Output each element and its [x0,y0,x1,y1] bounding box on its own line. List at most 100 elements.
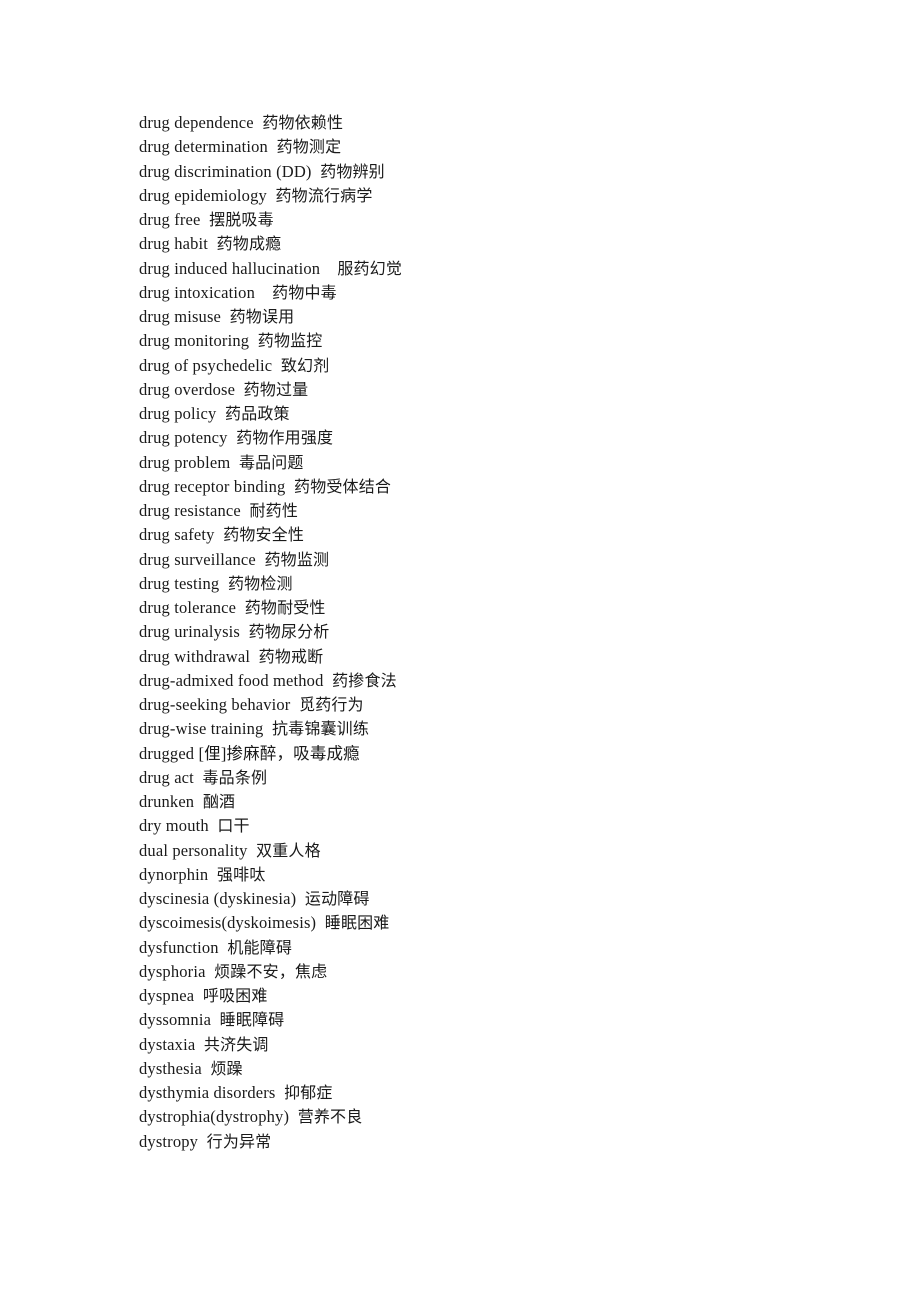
entry-term: drug epidemiology [139,185,267,205]
document-page: drug dependence 药物依赖性 drug determination … [0,0,920,1302]
entry-term: drug free [139,210,201,229]
glossary-entry: drug tolerance 药物耐受性 [139,596,859,620]
entry-gloss: 药物作用强度 [236,428,334,448]
entry-separator [194,792,203,811]
entry-gloss: 药物测定 [276,137,342,157]
glossary-entry: drug free 摆脱吸毒 [139,208,859,232]
entry-gloss: 酗酒 [202,792,236,811]
entry-gloss: 烦躁 [210,1058,243,1078]
glossary-entry: drug-admixed food method 药掺食法 [139,669,859,693]
entry-term: dystrophia(dystrophy) [139,1107,290,1127]
glossary-entry: drug policy 药品政策 [139,402,859,426]
glossary-entry: drug safety 药物安全性 [139,523,859,547]
entry-separator [215,525,224,544]
glossary-entry: drug surveillance 药物监测 [139,548,859,572]
entry-term: drug intoxication [139,282,255,302]
entry-separator [267,186,276,205]
glossary-entry: drug dependence 药物依赖性 [139,111,859,135]
glossary-entry: drug potency 药物作用强度 [139,426,859,450]
entry-term: dysthesia [139,1058,202,1078]
entry-gloss: 药物监测 [264,549,330,569]
entry-gloss: 睡眠障碍 [219,1010,285,1030]
glossary-entry: dyssomnia 睡眠障碍 [139,1008,859,1032]
entry-gloss: 药物流行病学 [275,185,373,205]
entry-separator [276,1083,285,1102]
glossary-entry: dysphoria 烦躁不安，焦虑 [139,960,859,984]
entry-term: drug-admixed food method [139,670,324,690]
entry-term: drug tolerance [139,598,237,617]
entry-term: dual personality [139,840,248,860]
entry-term: drug misuse [139,307,222,326]
entry-gloss: 抗毒锦囊训练 [272,719,369,739]
entry-separator [201,210,210,229]
entry-separator [289,1107,298,1126]
entry-separator [249,331,258,350]
entry-separator [230,453,239,472]
glossary-entry: drug intoxication 药物中毒 [139,281,859,305]
entry-gloss: 毒品条例 [202,767,268,787]
entry-separator [312,162,321,181]
entry-term: drug receptor binding [139,476,286,496]
glossary-entry: drug-wise training 抗毒锦囊训练 [139,717,859,741]
entry-term: dystropy [139,1131,199,1151]
entry-term: drugged [俚]掺麻醉，吸毒成瘾 [139,743,360,763]
entry-term: drug overdose [139,379,236,399]
entry-gloss: 药物成瘾 [216,234,282,254]
entry-gloss: 药物耐受性 [244,598,326,617]
entry-separator [316,913,325,932]
glossary-entry: dry mouth 口干 [139,814,859,838]
entry-separator [194,768,203,787]
glossary-entry: drunken 酗酒 [139,790,859,814]
entry-gloss: 睡眠困难 [324,913,390,933]
glossary-entry: dysthesia 烦躁 [139,1057,859,1081]
glossary-entry: drug receptor binding 药物受体结合 [139,475,859,499]
entry-term: drug determination [139,137,268,157]
glossary-entry: drug-seeking behavior 觅药行为 [139,693,859,717]
entry-term: drug resistance [139,501,241,520]
entry-separator [250,647,259,666]
entry-gloss: 呼吸困难 [202,986,268,1005]
entry-term: drug act [139,767,194,787]
glossary-entry: dyspnea 呼吸困难 [139,984,859,1008]
entry-gloss: 药物中毒 [272,282,337,302]
entry-gloss: 药物受体结合 [294,476,392,496]
entry-gloss: 药物安全性 [223,525,305,545]
entry-gloss: 摆脱吸毒 [209,210,274,229]
glossary-entry: dysfunction 机能障碍 [139,936,859,960]
entry-term: drug urinalysis [139,622,241,642]
entry-term: dysphoria [139,961,206,981]
entry-separator [324,671,333,690]
glossary-entry: drug act 毒品条例 [139,766,859,790]
entry-separator [241,501,250,520]
entry-separator [216,404,225,423]
glossary-entry: dysthymia disorders 抑郁症 [139,1081,859,1105]
entry-gloss: 烦躁不安，焦虑 [214,961,328,981]
entry-gloss: 双重人格 [256,840,321,860]
entry-gloss: 运动障碍 [304,889,370,908]
entry-gloss: 药掺食法 [332,670,397,690]
entry-separator [194,986,203,1005]
entry-term: drug safety [139,525,215,545]
entry-term: drug monitoring [139,331,250,351]
entry-gloss: 口干 [217,816,250,836]
glossary-entry: dual personality 双重人格 [139,839,859,863]
entry-separator [296,889,305,908]
glossary-entry: drug resistance 耐药性 [139,499,859,523]
entry-term: drug testing [139,573,220,593]
glossary-entry: drug monitoring 药物监控 [139,329,859,353]
entry-term: drug potency [139,428,228,448]
entry-term: drug withdrawal [139,646,251,666]
glossary-entry: dystropy 行为异常 [139,1130,859,1154]
entry-separator [263,719,272,738]
entry-gloss: 药物误用 [229,307,295,326]
entry-separator [290,695,299,714]
glossary-entry: drug habit 药物成瘾 [139,232,859,256]
entry-separator [236,598,245,617]
entry-separator [255,283,272,302]
glossary-entry: drug overdose 药物过量 [139,378,859,402]
entry-term: dyscinesia (dyskinesia) [139,889,297,908]
entry-gloss: 药物过量 [243,379,309,399]
entry-separator [198,1132,207,1151]
entry-gloss: 药物监控 [257,331,323,351]
entry-gloss: 共济失调 [203,1034,269,1054]
